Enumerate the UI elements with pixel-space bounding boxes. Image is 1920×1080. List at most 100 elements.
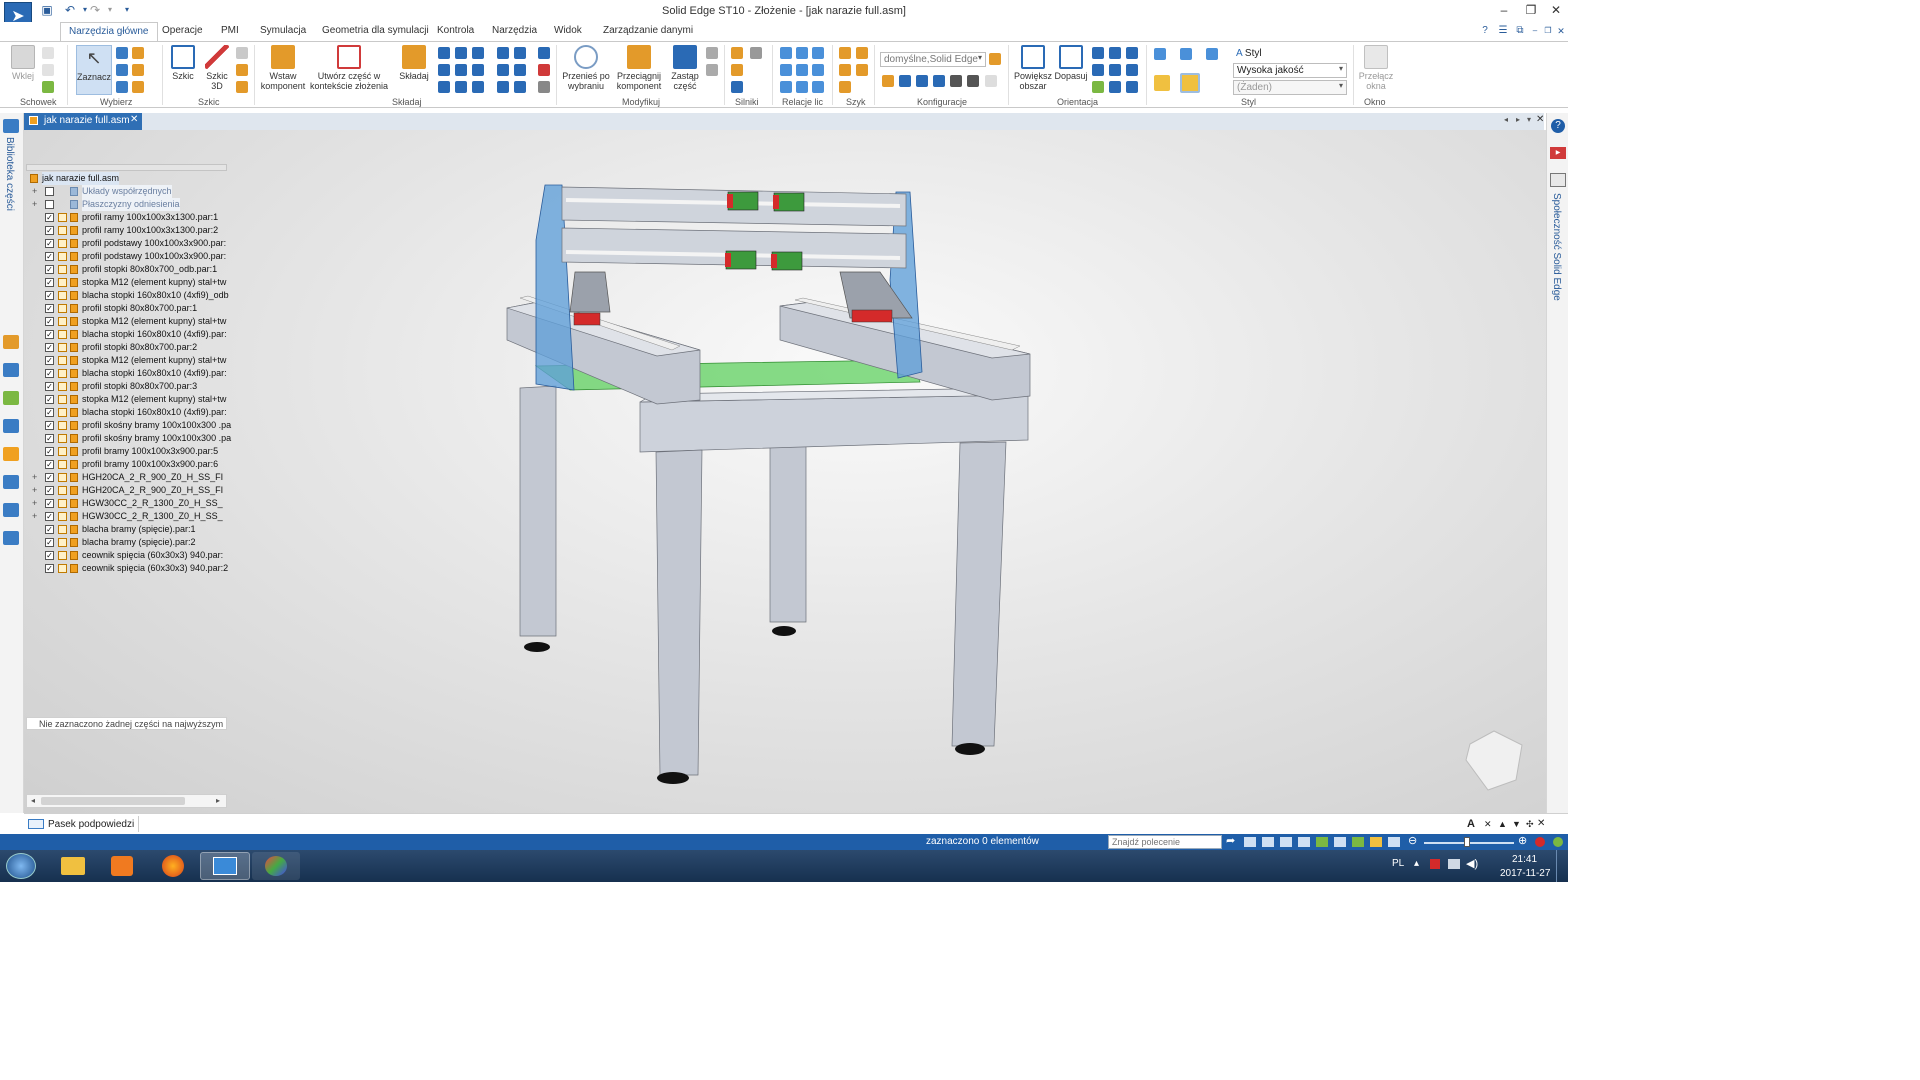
select-button[interactable]: ↖ Zaznacz [76,45,112,95]
text-size-icon[interactable]: A [1467,818,1475,830]
parts-library-icon[interactable] [3,119,19,133]
visibility-checkbox[interactable]: ✓ [45,512,54,521]
horizontal-scrollbar[interactable]: ◂ ▸ [26,794,227,808]
pattern-icon[interactable] [839,47,851,59]
features-icon[interactable] [3,391,19,405]
motor-icon[interactable] [731,47,743,59]
window-cascade-icon[interactable]: ☰ [1497,25,1509,37]
expand-icon[interactable]: ▲ [1498,819,1507,829]
move-after-select-button[interactable]: Przenieś po wybraniu [562,45,610,91]
status-tool-icon[interactable] [1334,837,1346,847]
config-icon[interactable] [916,75,928,87]
close-button[interactable]: ✕ [1547,3,1565,17]
help-icon[interactable]: ? [1479,25,1491,37]
tree-item[interactable]: + ✓ HGW30CC_2_R_1300_Z0_H_SS_ [26,497,227,510]
expand-toggle-icon[interactable]: + [32,510,40,523]
tab-tools[interactable]: Narzędzia [492,25,537,36]
prompt-bar-icon[interactable] [28,819,44,829]
tree-item[interactable]: ✓ stopka M12 (element kupny) stal+tw [26,354,227,367]
layers-icon[interactable] [3,363,19,377]
tree-item[interactable]: ✓ profil bramy 100x100x3x900.par:6 [26,458,227,471]
expand-toggle-icon[interactable]: + [32,198,40,211]
tree-item[interactable]: ✓ profil podstawy 100x100x3x900.par: [26,250,227,263]
relation-angle-icon[interactable] [455,64,467,76]
zoom-in-icon[interactable]: ⊕ [1518,834,1527,847]
tab-simulation[interactable]: Symulacja [260,25,306,36]
firefox-taskbar-button[interactable] [150,852,196,880]
tree-item[interactable]: ✓ profil stopki 80x80x700.par:2 [26,341,227,354]
pan-icon[interactable] [1109,47,1121,59]
tab-scroll-right-icon[interactable]: ▸ [1516,115,1520,124]
cut-icon[interactable] [42,47,54,59]
help-panel-icon[interactable] [3,419,19,433]
zoom-area-button[interactable]: Powiększ obszar [1013,45,1053,91]
status-tool-icon[interactable] [1244,837,1256,847]
command-search-input[interactable] [1108,835,1222,849]
config-icon[interactable] [882,75,894,87]
visibility-checkbox[interactable]: ✓ [45,356,54,365]
visibility-checkbox[interactable]: ✓ [45,499,54,508]
motor-simulate-icon[interactable] [750,47,762,59]
relation-planar-icon[interactable] [455,47,467,59]
help-circle-icon[interactable]: ? [1551,119,1565,133]
close-all-icon[interactable]: ✕ [1536,114,1544,125]
visibility-checkbox[interactable]: ✓ [45,317,54,326]
face-relation-icon[interactable] [812,64,824,76]
tree-item[interactable]: ✓ profil stopki 80x80x700.par:3 [26,380,227,393]
doc-close-icon[interactable]: ✕ [1555,25,1567,37]
relation-path-icon[interactable] [514,47,526,59]
visibility-checkbox[interactable] [45,200,54,209]
community-icon[interactable] [1550,173,1566,187]
visibility-checkbox[interactable]: ✓ [45,343,54,352]
relation-options-icon[interactable] [538,81,550,93]
sketch-view-icon[interactable] [1092,81,1104,93]
doc-minimize-icon[interactable]: – [1529,25,1541,37]
tree-item[interactable]: ✓ profil stopki 80x80x700_odb.par:1 [26,263,227,276]
quality-select[interactable]: Wysoka jakość ▾ [1233,63,1347,78]
tree-item[interactable]: ✓ blacha stopki 160x80x10 (4xfi9)_odb [26,289,229,302]
paint-icon[interactable] [42,81,54,93]
tray-expand-icon[interactable]: ▴ [1414,858,1419,869]
visibility-checkbox[interactable]: ✓ [45,525,54,534]
tab-view[interactable]: Widok [554,25,582,36]
relation-gear-icon[interactable] [455,81,467,93]
sketch3d-button[interactable]: Szkic 3D [202,45,232,91]
expand-toggle-icon[interactable]: + [32,185,40,198]
visibility-checkbox[interactable]: ✓ [45,538,54,547]
motor-linear-icon[interactable] [731,64,743,76]
face-relation-icon[interactable] [780,47,792,59]
tree-item[interactable]: ✓ profil bramy 100x100x3x900.par:5 [26,445,227,458]
relation-axial-icon[interactable] [438,47,450,59]
configuration-select[interactable]: domyślne,Solid Edge ▾ [880,52,986,67]
rotate-icon[interactable] [1092,64,1104,76]
minimize-icon[interactable]: ▼ [1512,819,1521,829]
modify-tool-icon[interactable] [706,64,718,76]
prompt-bar-label[interactable]: Pasek podpowiedzi [48,819,134,830]
view-icon[interactable] [1126,47,1138,59]
select-face-icon[interactable] [116,81,128,93]
expand-toggle-icon[interactable]: + [32,497,40,510]
tree-item[interactable]: + ✓ HGW30CC_2_R_1300_Z0_H_SS_ [26,510,227,523]
minimize-button[interactable]: – [1495,3,1513,17]
face-relation-icon[interactable] [796,64,808,76]
zoom-out-icon[interactable]: ⊖ [1408,834,1417,847]
insert-component-button[interactable]: Wstaw komponent [260,45,306,91]
status-tool-icon[interactable] [1352,837,1364,847]
close-tab-icon[interactable]: ✕ [130,114,138,125]
visibility-checkbox[interactable]: ✓ [45,486,54,495]
spin-icon[interactable] [1109,64,1121,76]
scroll-left-icon[interactable]: ◂ [31,796,35,805]
visibility-checkbox[interactable]: ✓ [45,408,54,417]
view-cube-icon[interactable] [1180,48,1192,60]
tree-item[interactable]: ✓ blacha bramy (spięcie).par:2 [26,536,227,549]
view-cube[interactable] [1465,730,1523,791]
record-icon[interactable] [1535,837,1545,847]
restore-button[interactable]: ❐ [1522,3,1540,17]
select-filter-icon[interactable] [116,64,128,76]
sensors-icon[interactable] [3,447,19,461]
tree-item[interactable]: ✓ profil skośny bramy 100x100x300 .pa [26,419,231,432]
mirror-icon[interactable] [856,47,868,59]
pathfinder-header[interactable] [26,164,227,171]
tree-item[interactable]: ✓ profil podstawy 100x100x3x900.par: [26,237,227,250]
drag-component-button[interactable]: Przeciągnij komponent [612,45,666,91]
